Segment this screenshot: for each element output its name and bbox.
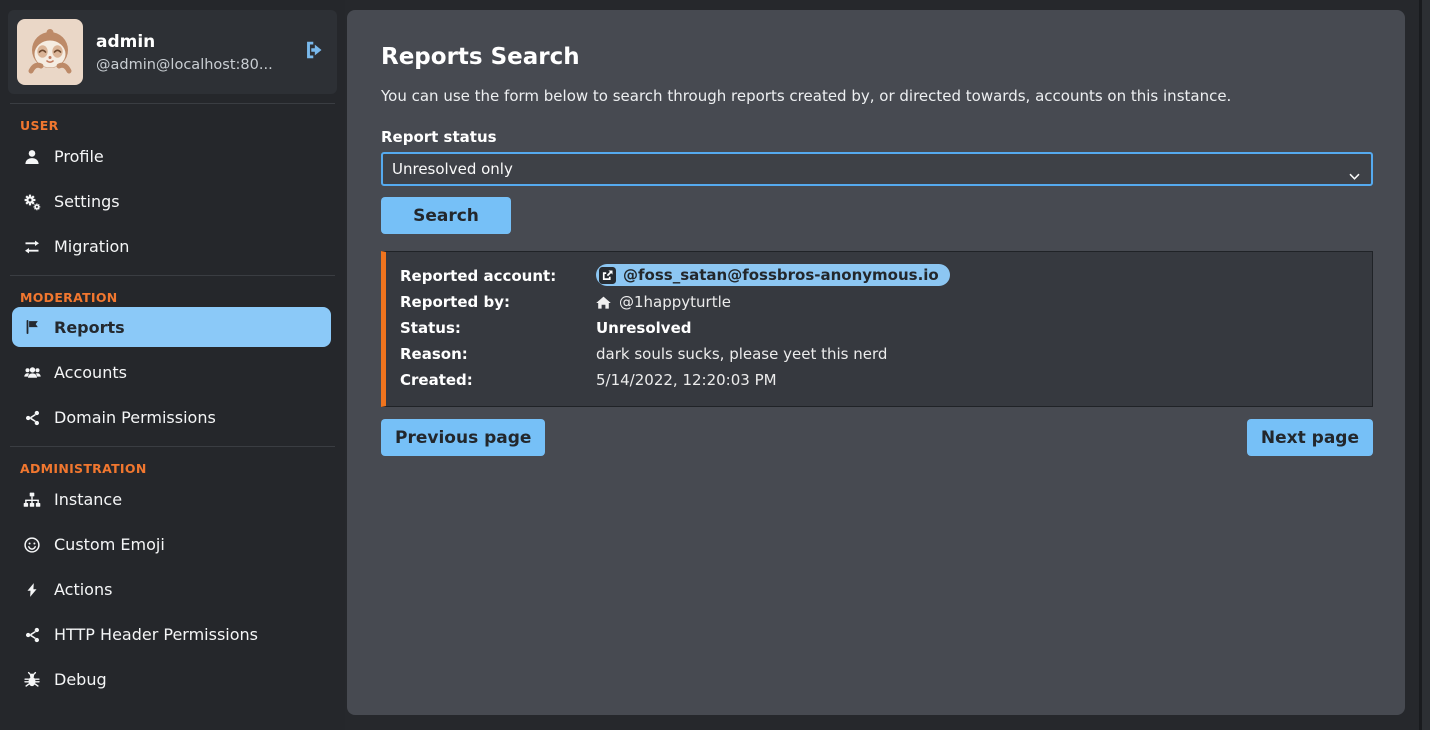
report-reason-value: dark souls sucks, please yeet this nerd <box>596 345 1358 363</box>
scrollbar-track[interactable] <box>1419 0 1430 730</box>
house-icon <box>596 295 611 310</box>
report-row-created: Created: 5/14/2022, 12:20:03 PM <box>400 367 1358 393</box>
sidebar-item-domain-permissions[interactable]: Domain Permissions <box>10 395 335 440</box>
page-description: You can use the form below to search thr… <box>381 87 1373 105</box>
sidebar-item-label: Migration <box>54 237 129 256</box>
report-row-reported-account: Reported account: @foss_satan@fossbros-a… <box>400 263 1358 289</box>
logout-icon[interactable] <box>302 40 325 64</box>
nav-header-administration: ADMINISTRATION <box>20 461 335 476</box>
next-page-button[interactable]: Next page <box>1247 419 1373 456</box>
sidebar-item-accounts[interactable]: Accounts <box>10 350 335 395</box>
sidebar-item-profile[interactable]: Profile <box>10 134 335 179</box>
sidebar-item-migration[interactable]: Migration <box>10 224 335 269</box>
report-created-value: 5/14/2022, 12:20:03 PM <box>596 371 1358 389</box>
report-row-status: Status: Unresolved <box>400 315 1358 341</box>
sidebar-item-settings[interactable]: Settings <box>10 179 335 224</box>
user-icon <box>21 148 43 166</box>
sidebar-item-label: Actions <box>54 580 112 599</box>
user-meta: admin @admin@localhost:80... <box>96 32 296 73</box>
sidebar-item-instance[interactable]: Instance <box>10 477 335 522</box>
row-label: Reason: <box>400 345 596 363</box>
users-icon <box>21 364 43 382</box>
bug-icon <box>21 671 43 689</box>
bolt-icon <box>21 581 43 599</box>
chevron-down-icon <box>1349 167 1360 185</box>
external-link-square-icon <box>599 267 616 284</box>
sidebar-item-label: HTTP Header Permissions <box>54 625 258 644</box>
share-nodes-icon <box>21 409 43 427</box>
sidebar-item-label: Accounts <box>54 363 127 382</box>
report-row-reason: Reason: dark souls sucks, please yeet th… <box>400 341 1358 367</box>
reported-account-handle: @foss_satan@fossbros-anonymous.io <box>623 266 939 284</box>
nav-section-user: USER Profile <box>10 103 335 275</box>
username: admin <box>96 32 296 52</box>
sidebar-item-label: Instance <box>54 490 122 509</box>
reporter-handle: @1happyturtle <box>619 293 731 311</box>
sidebar-item-label: Domain Permissions <box>54 408 216 427</box>
row-label: Created: <box>400 371 596 389</box>
arrows-left-right-icon <box>21 238 43 256</box>
sidebar-nav: USER Profile <box>0 103 345 708</box>
avatar <box>17 19 83 85</box>
nav-section-moderation: MODERATION Reports <box>10 275 335 446</box>
search-button[interactable]: Search <box>381 197 511 234</box>
nav-header-moderation: MODERATION <box>20 290 335 305</box>
sidebar-item-label: Settings <box>54 192 120 211</box>
gears-icon <box>21 193 43 211</box>
flag-icon <box>21 318 43 336</box>
sitemap-icon <box>21 491 43 509</box>
sidebar-item-label: Debug <box>54 670 107 689</box>
nav-section-administration: ADMINISTRATION Instance <box>10 446 335 708</box>
row-label: Reported account: <box>400 267 596 285</box>
sidebar-item-reports[interactable]: Reports <box>12 307 331 347</box>
sidebar-item-http-header-permissions[interactable]: HTTP Header Permissions <box>10 612 335 657</box>
report-status-value: Unresolved <box>596 319 1358 337</box>
sidebar-item-label: Profile <box>54 147 104 166</box>
sidebar: admin @admin@localhost:80... USER Profil… <box>0 0 345 730</box>
sidebar-item-actions[interactable]: Actions <box>10 567 335 612</box>
sidebar-item-debug[interactable]: Debug <box>10 657 335 702</box>
report-status-selected-value: Unresolved only <box>392 160 513 178</box>
previous-page-button[interactable]: Previous page <box>381 419 545 456</box>
user-card[interactable]: admin @admin@localhost:80... <box>8 10 337 94</box>
share-nodes-icon <box>21 626 43 644</box>
report-status-select[interactable]: Unresolved only <box>381 152 1373 186</box>
reported-account-link[interactable]: @foss_satan@fossbros-anonymous.io <box>596 264 950 286</box>
sidebar-item-custom-emoji[interactable]: Custom Emoji <box>10 522 335 567</box>
row-label: Status: <box>400 319 596 337</box>
user-handle: @admin@localhost:80... <box>96 57 296 73</box>
page-title: Reports Search <box>381 44 1373 70</box>
report-status-label: Report status <box>381 128 1373 146</box>
report-card[interactable]: Reported account: @foss_satan@fossbros-a… <box>381 251 1373 407</box>
pagination: Previous page Next page <box>381 419 1373 456</box>
main-panel: Reports Search You can use the form belo… <box>347 10 1405 715</box>
sidebar-item-label: Reports <box>54 318 125 337</box>
row-label: Reported by: <box>400 293 596 311</box>
report-row-reported-by: Reported by: @1happyturtle <box>400 289 1358 315</box>
sidebar-item-label: Custom Emoji <box>54 535 165 554</box>
smile-icon <box>21 536 43 554</box>
nav-header-user: USER <box>20 118 335 133</box>
